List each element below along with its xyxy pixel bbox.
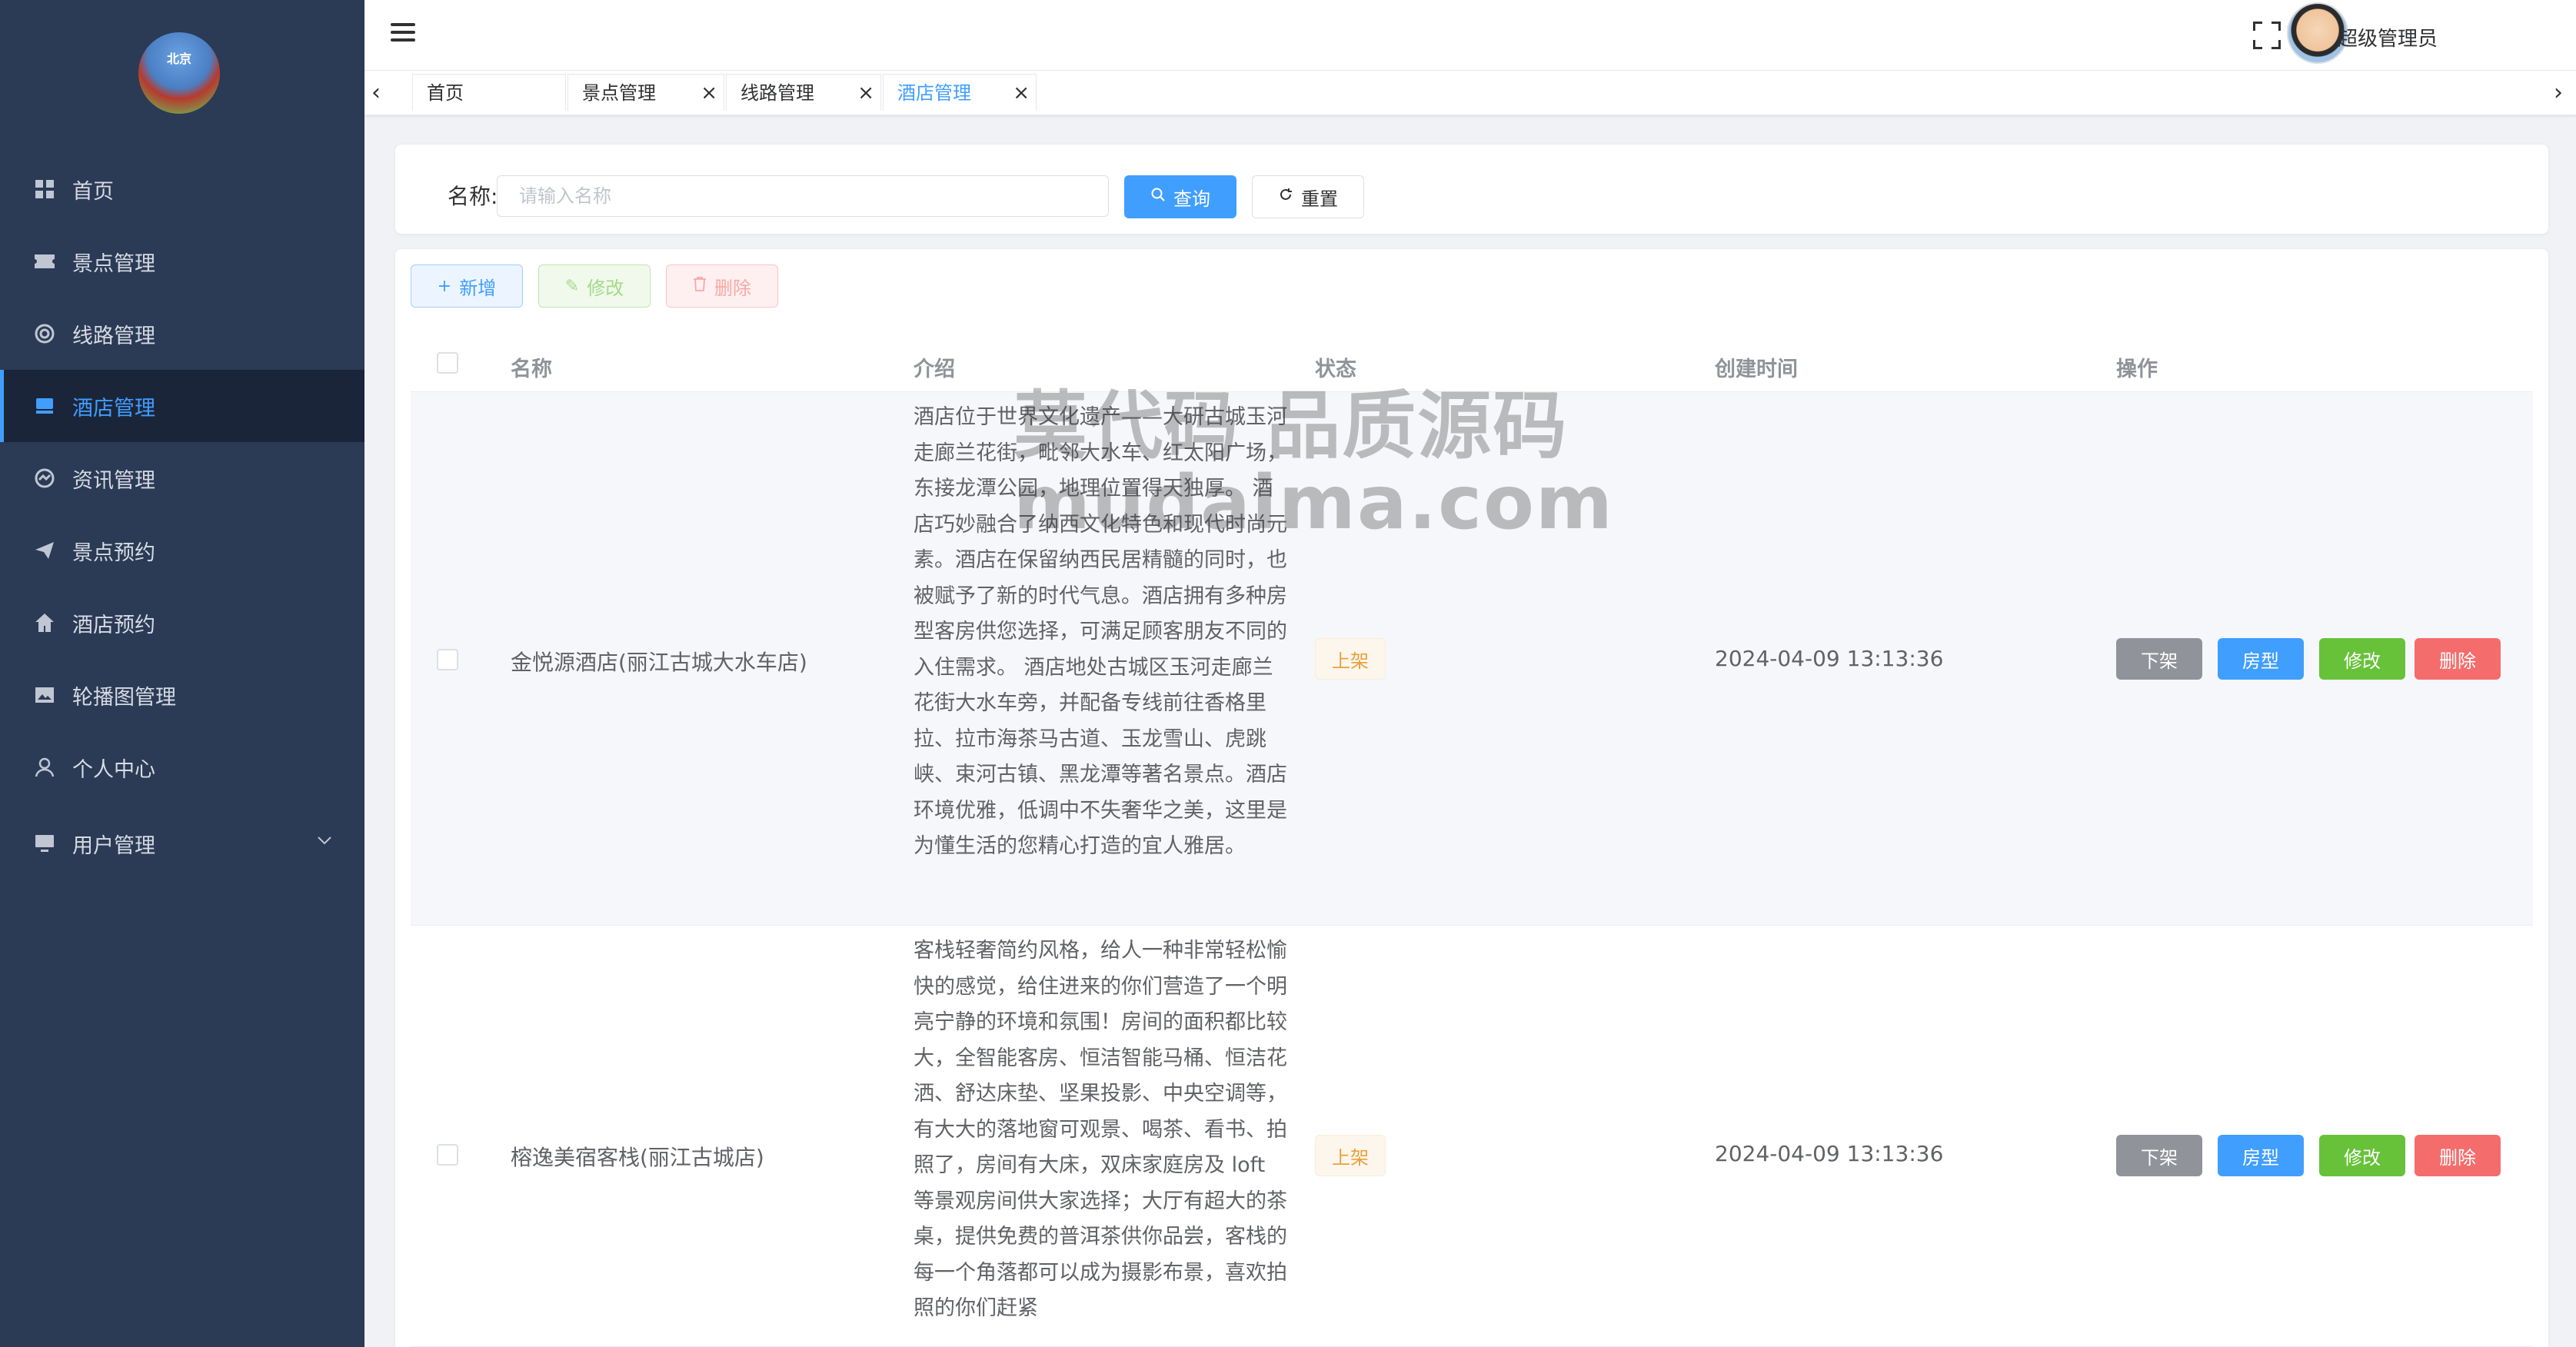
tab-attractions[interactable]: 景点管理 ×: [567, 74, 724, 111]
table-header: 名称 介绍 状态 创建时间 操作: [411, 334, 2533, 392]
status-badge: 上架: [1315, 1135, 1386, 1176]
sidebar-item-hotels[interactable]: 酒店管理: [0, 370, 364, 442]
created-time: 2024-04-09 13:13:36: [1715, 1141, 1944, 1166]
hotel-intro: 酒店位于世界文化遗产——大研古城玉河走廊兰花街，毗邻大水车、红太阳广场，东接龙潭…: [914, 405, 1287, 858]
chevron-down-icon: [317, 830, 332, 849]
sidebar-item-label: 景点预约: [72, 540, 155, 565]
close-icon[interactable]: ×: [701, 75, 717, 111]
sidebar-item-label: 首页: [72, 179, 114, 204]
logo: 北京: [138, 32, 220, 114]
sidebar-item-label: 酒店预约: [72, 613, 155, 637]
hotel-icon: [32, 394, 57, 418]
image-icon: [32, 683, 57, 707]
plus-icon: +: [437, 276, 452, 296]
column-header: 介绍: [914, 358, 955, 381]
delete-button[interactable]: 删除: [666, 264, 778, 308]
sidebar-item-label: 用户管理: [72, 833, 155, 858]
close-icon[interactable]: ×: [1013, 75, 1030, 111]
sidebar-item-carousel[interactable]: 轮播图管理: [0, 659, 364, 731]
fullscreen-icon[interactable]: [2253, 22, 2281, 49]
refresh-icon: [1278, 187, 1293, 207]
row-checkbox[interactable]: [437, 649, 458, 670]
sidebar-item-label: 线路管理: [72, 324, 155, 348]
menu-toggle-icon[interactable]: [391, 23, 415, 45]
chevron-right-icon[interactable]: ›: [2547, 78, 2570, 108]
unpublish-button[interactable]: 下架: [2116, 638, 2202, 680]
search-icon: [1150, 187, 1166, 207]
reset-button[interactable]: 重置: [1252, 175, 1364, 218]
user-icon: [32, 755, 57, 780]
news-icon: [32, 466, 57, 491]
row-edit-button[interactable]: 修改: [2319, 1135, 2405, 1176]
search-label: 名称:: [448, 184, 498, 209]
tabs-bar: ‹ 首页 景点管理 × 线路管理 × 酒店管理 × ›: [364, 71, 2576, 115]
sidebar-item-hotel-booking[interactable]: 酒店预约: [0, 587, 364, 659]
sidebar-item-label: 个人中心: [72, 757, 155, 782]
query-button[interactable]: 查询: [1124, 175, 1236, 218]
edit-button[interactable]: ✎ 修改: [538, 264, 651, 308]
add-button[interactable]: + 新增: [411, 264, 523, 308]
table-panel: + 新增 ✎ 修改 删除 名称 介绍 状态 创建时间 操作 金悦源酒店(丽江古城…: [395, 249, 2548, 1347]
trash-icon: [693, 276, 707, 296]
sidebar-item-profile[interactable]: 个人中心: [0, 731, 364, 803]
created-time: 2024-04-09 13:13:36: [1715, 646, 1944, 671]
tab-routes[interactable]: 线路管理 ×: [726, 74, 881, 111]
room-type-button[interactable]: 房型: [2218, 638, 2304, 680]
select-all-checkbox[interactable]: [437, 352, 458, 374]
table-row: 榕逸美宿客栈(丽江古城店) 客栈轻奢简约风格，给人一种非常轻松愉快的感觉，给住进…: [411, 926, 2533, 1347]
sidebar-item-label: 酒店管理: [72, 396, 155, 421]
tab-home[interactable]: 首页: [412, 74, 566, 111]
column-header: 状态: [1315, 358, 1356, 381]
column-header: 创建时间: [1715, 358, 1798, 381]
room-type-button[interactable]: 房型: [2218, 1135, 2304, 1176]
sidebar-item-users[interactable]: 用户管理: [0, 803, 364, 883]
monitor-icon: [32, 831, 57, 856]
unpublish-button[interactable]: 下架: [2116, 1135, 2202, 1176]
sidebar-menu: 首页 景点管理 线路管理 酒店管理 资讯管理 景点预约 酒店预约 轮播图管理 个…: [0, 153, 364, 883]
hotel-name: 榕逸美宿客栈(丽江古城店): [511, 1145, 764, 1170]
row-delete-button[interactable]: 删除: [2415, 1135, 2501, 1176]
send-icon: [32, 538, 57, 563]
row-edit-button[interactable]: 修改: [2319, 638, 2405, 680]
chevron-left-icon[interactable]: ‹: [364, 78, 388, 108]
sidebar-item-label: 景点管理: [72, 251, 155, 276]
hotel-intro: 客栈轻奢简约风格，给人一种非常轻松愉快的感觉，给住进来的你们营造了一个明亮宁静的…: [914, 939, 1287, 1320]
sidebar-item-news[interactable]: 资讯管理: [0, 442, 364, 514]
status-badge: 上架: [1315, 638, 1386, 680]
home-icon: [32, 610, 57, 635]
row-checkbox[interactable]: [437, 1144, 458, 1166]
sidebar-item-attraction-booking[interactable]: 景点预约: [0, 514, 364, 587]
column-header: 名称: [511, 358, 552, 381]
sidebar-item-home[interactable]: 首页: [0, 153, 364, 225]
sidebar-item-attractions[interactable]: 景点管理: [0, 225, 364, 298]
username[interactable]: 超级管理员: [2338, 23, 2438, 52]
sidebar-item-routes[interactable]: 线路管理: [0, 298, 364, 370]
sidebar-item-label: 资讯管理: [72, 468, 155, 493]
hotel-name: 金悦源酒店(丽江古城大水车店): [511, 650, 807, 675]
search-panel: 名称: 查询 重置: [395, 145, 2548, 234]
route-icon: [32, 321, 57, 346]
dashboard-icon: [32, 177, 57, 201]
search-input[interactable]: [497, 175, 1109, 217]
column-header: 操作: [2116, 358, 2158, 381]
row-delete-button[interactable]: 删除: [2415, 638, 2501, 680]
close-icon[interactable]: ×: [857, 75, 874, 111]
table-row: 金悦源酒店(丽江古城大水车店) 酒店位于世界文化遗产——大研古城玉河走廊兰花街，…: [411, 392, 2533, 926]
tab-hotels[interactable]: 酒店管理 ×: [883, 74, 1037, 111]
ticket-icon: [32, 249, 57, 274]
edit-icon: ✎: [564, 276, 580, 296]
sidebar: 北京 首页 景点管理 线路管理 酒店管理 资讯管理 景点预约 酒店预约 轮播图管…: [0, 0, 364, 1347]
top-header: 超级管理员: [364, 0, 2576, 71]
sidebar-item-label: 轮播图管理: [72, 685, 176, 710]
